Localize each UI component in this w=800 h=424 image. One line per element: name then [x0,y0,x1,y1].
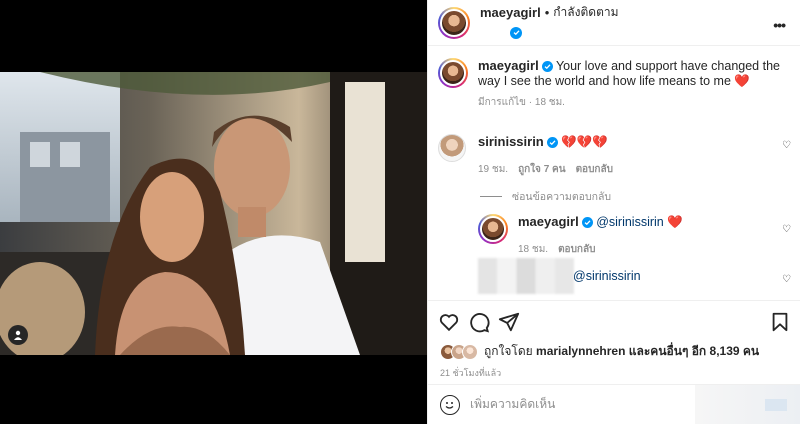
post-photo[interactable] [0,72,427,355]
comment-time: 19 ชม. [478,164,509,175]
reply2-mention-link[interactable]: @sirinissirin [573,269,641,284]
comment-likes-link[interactable]: ถูกใจ 7 คน [518,162,566,177]
comment-body: 💔💔💔 [561,135,608,149]
comment-like-heart-icon[interactable]: ♡ [782,140,791,151]
comment-reply-button[interactable]: ตอบกลับ [576,162,613,177]
liker-avatars [440,343,478,360]
likes-summary: ถูกใจโดย marialynnehren และคนอื่นๆ อีก 8… [440,342,759,361]
caption-item: maeyagirl Your love and support have cha… [438,58,788,110]
reply-like-heart-icon[interactable]: ♡ [782,224,791,235]
likes-prefix: ถูกใจโดย [484,344,533,358]
verified-badge-icon [510,26,522,39]
comment-username[interactable]: sirinissirin [478,134,544,149]
reply-text: maeyagirl @sirinissirin ❤️ [518,214,683,230]
hide-replies-line [480,196,502,197]
add-comment-bar: เพิ่มความคิดเห็น [428,384,800,424]
caption-username[interactable]: maeyagirl [478,58,539,73]
reply-meta: 18 ชม. ตอบกลับ [518,242,683,257]
liker-username-link[interactable]: marialynnehren [536,344,625,358]
verified-badge-icon [546,137,558,149]
reply-mention-link[interactable]: @sirinissirin [596,215,664,229]
emoji-picker-icon[interactable] [440,394,460,415]
caption-author-avatar[interactable] [438,58,468,88]
liker-avatar [462,343,478,360]
reply-username[interactable]: maeyagirl [518,214,579,229]
post-comment-button[interactable] [695,385,800,424]
reply-time: 18 ชม. [518,244,549,255]
comment-meta: 19 ชม. ถูกใจ 7 คน ตอบกลับ [478,162,613,177]
blurred-reply-avatar-and-name [478,258,574,294]
author-avatar[interactable] [438,6,470,39]
post-side-panel: maeyagirl • กำลังติดตาม ••• maeyagirl Yo… [427,0,800,424]
verified-badge-icon [541,61,553,73]
comments-list: maeyagirl Your love and support have cha… [428,46,800,300]
person-icon [14,330,22,340]
post-header: maeyagirl • กำลังติดตาม ••• [428,0,800,46]
tagged-users-button[interactable] [8,325,28,345]
caption-text: maeyagirl Your love and support have cha… [478,58,788,89]
likes-text: ถูกใจโดย marialynnehren และคนอื่นๆ อีก 8… [484,342,759,361]
more-options-icon[interactable]: ••• [773,18,786,32]
author-username[interactable]: maeyagirl [480,5,541,20]
post-media[interactable] [0,0,427,424]
reply-item: maeyagirl @sirinissirin ❤️ 18 ชม. ตอบกลั… [478,214,683,257]
caption-meta: มีการแก้ไข · 18 ชม. [478,97,565,108]
other-likers-link[interactable]: และคนอื่นๆ อีก 8,139 คน [629,344,759,358]
comment-icon[interactable] [468,311,490,333]
like-heart-icon[interactable] [438,311,460,333]
comment-text: sirinissirin 💔💔💔 [478,134,613,150]
save-bookmark-icon[interactable] [769,311,791,333]
share-paper-plane-icon[interactable] [498,311,520,333]
commenter-avatar[interactable] [438,134,466,162]
hide-replies-label: ซ่อนข้อความตอบกลับ [512,191,612,203]
verified-badge-icon [581,217,593,229]
post-time-ago[interactable]: 21 ชั่วโมงที่แล้ว [440,366,501,380]
post-actions-bar [428,300,800,340]
couple-photo-image [0,72,427,355]
comment-item: sirinissirin 💔💔💔 19 ชม. ถูกใจ 7 คน ตอบกล… [438,134,613,177]
heart-emoji: ❤️ [734,74,750,88]
follow-state-button[interactable]: กำลังติดตาม [553,3,618,22]
heart-emoji: ❤️ [667,215,683,229]
separator-dot: • [544,5,550,20]
reply-reply-button[interactable]: ตอบกลับ [558,242,595,257]
reply2-like-heart-icon[interactable]: ♡ [782,274,791,285]
add-comment-input[interactable]: เพิ่มความคิดเห็น [470,395,555,414]
hide-replies-button[interactable]: ซ่อนข้อความตอบกลับ [480,188,611,205]
reply-author-avatar[interactable] [478,214,508,244]
